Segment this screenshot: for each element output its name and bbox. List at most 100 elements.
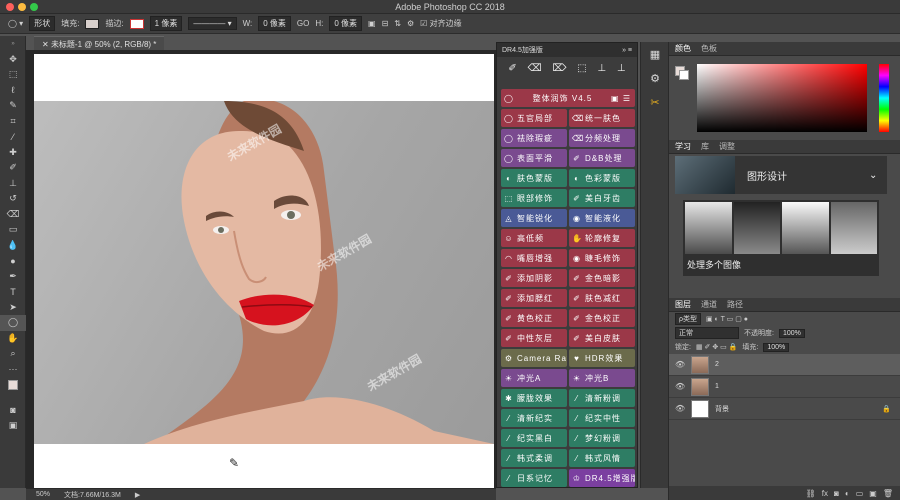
document-tab[interactable]: ✕ 未标题-1 @ 50% (2, RGB/8) * xyxy=(34,36,165,50)
move-tool-icon[interactable]: ✥ xyxy=(0,52,26,68)
dr-button[interactable]: ✐ 黄色校正 xyxy=(501,309,567,327)
adjustment-layer-icon[interactable]: ◐ xyxy=(845,489,850,498)
dr-button[interactable]: ♥ HDR效果 xyxy=(569,349,635,367)
settings-gear-icon[interactable]: ⚙ xyxy=(407,19,414,28)
quick-mask-icon[interactable]: ◙ xyxy=(0,403,26,419)
document-canvas[interactable]: 未来软件园 未来软件园 未来软件园 未来软件园 ✎ xyxy=(34,54,494,488)
crop-tool-icon[interactable]: ⌗ xyxy=(0,114,26,130)
opacity-field[interactable]: 100% xyxy=(778,328,805,338)
clone-stamp-tool-icon[interactable]: ⊥ xyxy=(0,176,26,192)
screen-mode-icon[interactable]: ▣ xyxy=(0,418,26,434)
dr-button[interactable]: ✐ 添加腮红 xyxy=(501,289,567,307)
eye-icon[interactable]: 👁 xyxy=(675,382,685,391)
learn-card[interactable]: 图形设计 ⌄ xyxy=(675,156,887,194)
close-tab-icon[interactable]: ✕ xyxy=(42,40,51,49)
quick-select-tool-icon[interactable]: ✎ xyxy=(0,98,26,114)
width-field[interactable]: 0 像素 xyxy=(258,16,291,31)
eye-icon[interactable]: 👁 xyxy=(675,404,685,413)
dr-button[interactable]: ◐ 色彩蒙版 xyxy=(569,169,635,187)
dr-button[interactable]: ✐ 美白皮肤 xyxy=(569,329,635,347)
properties-icon[interactable]: ⚙ xyxy=(641,66,669,90)
history-icon[interactable]: ▦ xyxy=(641,42,669,66)
brush-icon[interactable]: ✐ xyxy=(508,63,516,74)
dr-button[interactable]: ⚙Camera Raw xyxy=(501,349,567,367)
dr-button[interactable]: ◬ 智能锐化 xyxy=(501,209,567,227)
eyedropper-tool-icon[interactable]: ⁄ xyxy=(0,129,26,145)
zoom-level[interactable]: 50% xyxy=(36,491,50,498)
height-field[interactable]: 0 像素 xyxy=(329,16,363,31)
ellipse-tool-icon[interactable]: ◯ xyxy=(0,315,26,331)
dr-button[interactable]: ⁄ 清新纪实 xyxy=(501,409,567,427)
add-mask-icon[interactable]: ◙ xyxy=(834,489,839,498)
new-group-icon[interactable]: ▭ xyxy=(856,489,864,498)
shape-mode-select[interactable]: 形状 xyxy=(29,16,56,31)
fx-icon[interactable]: fx xyxy=(822,489,828,498)
select-icon[interactable]: ⬚ xyxy=(577,63,586,74)
eraser-icon[interactable]: ⌫ xyxy=(527,63,541,74)
dr-button[interactable]: ✐ 肤色减红 xyxy=(569,289,635,307)
canvas-area[interactable]: 未来软件园 未来软件园 未来软件园 未来软件园 ✎ xyxy=(26,50,496,488)
fill-swatch[interactable] xyxy=(85,18,100,29)
dr-button[interactable]: ✐ 添加阴影 xyxy=(501,269,567,287)
stamp-icon[interactable]: ⊥ xyxy=(597,63,606,74)
eye-icon[interactable]: 👁 xyxy=(675,360,685,369)
dr-button[interactable]: ✐ 金色暗影 xyxy=(569,269,635,287)
tab-adjustments[interactable]: 调整 xyxy=(719,141,735,152)
dr-button[interactable]: ✐ 金色校正 xyxy=(569,309,635,327)
stroke-type-select[interactable]: ———— ▾ xyxy=(188,17,237,30)
blur-tool-icon[interactable]: 💧 xyxy=(0,238,26,254)
color-swatches-icon[interactable] xyxy=(0,377,26,393)
dr-button-整体润饰[interactable]: ◯ 整体润饰 V4.5 ▣ ☰ xyxy=(501,89,635,107)
layer-row[interactable]: 👁 背景 🔒 xyxy=(669,398,900,420)
dr-button[interactable]: ☺ 高低频 xyxy=(501,229,567,247)
dr-button[interactable]: ✐ 中性灰层 xyxy=(501,329,567,347)
more-tools-icon[interactable]: ··· xyxy=(0,362,26,378)
tab-learn[interactable]: 学习 xyxy=(675,141,691,152)
stamp-icon[interactable]: ⊥ xyxy=(617,63,626,74)
path-select-tool-icon[interactable]: ➤ xyxy=(0,300,26,316)
stroke-width-field[interactable]: 1 像素 xyxy=(149,16,183,31)
dr-button[interactable]: ⌫ 分频处理 xyxy=(569,129,635,147)
type-tool-icon[interactable]: T xyxy=(0,284,26,300)
new-layer-icon[interactable]: ▣ xyxy=(869,489,877,498)
dr-button[interactable]: ✋ 轮廓修复 xyxy=(569,229,635,247)
layer-row[interactable]: 👁 2 xyxy=(669,354,900,376)
dr-button[interactable]: ✐ 美白牙齿 xyxy=(569,189,635,207)
status-arrow-icon[interactable]: ▶ xyxy=(135,491,140,499)
history-brush-tool-icon[interactable]: ↺ xyxy=(0,191,26,207)
chevron-down-icon[interactable]: ⌄ xyxy=(869,170,887,181)
eraser-icon[interactable]: ⌦ xyxy=(552,63,566,74)
dr-button[interactable]: ⁄ 清新粉调 xyxy=(569,389,635,407)
pen-tool-icon[interactable]: ✒ xyxy=(0,269,26,285)
dr-button[interactable]: ◠ 嘴唇增强 xyxy=(501,249,567,267)
brush-tool-icon[interactable]: ✐ xyxy=(0,160,26,176)
tab-swatches[interactable]: 色板 xyxy=(701,43,717,54)
fill-field[interactable]: 100% xyxy=(763,342,790,352)
delete-layer-icon[interactable]: 🗑 xyxy=(883,489,893,498)
dr-button[interactable]: ♔ DR4.5增强版 xyxy=(569,469,635,487)
tab-paths[interactable]: 路径 xyxy=(727,299,743,310)
dr-button[interactable]: ◯ 表面平滑 xyxy=(501,149,567,167)
layers-icon[interactable]: ▣ ☰ xyxy=(611,94,631,103)
dr-button[interactable]: ⌫ 统一肤色 xyxy=(569,109,635,127)
dr-button[interactable]: ⁄ 纪实黑白 xyxy=(501,429,567,447)
lasso-tool-icon[interactable]: ℓ xyxy=(0,83,26,99)
tab-layers[interactable]: 图层 xyxy=(675,299,691,310)
hand-tool-icon[interactable]: ✋ xyxy=(0,331,26,347)
learn-tutorial-card[interactable]: 处理多个图像 xyxy=(683,200,879,276)
stroke-swatch[interactable] xyxy=(129,18,144,29)
toolbar-collapse-icon[interactable]: » xyxy=(0,36,26,52)
layer-filter-select[interactable]: ρ类型 xyxy=(675,313,701,325)
dr-button[interactable]: ⁄ 韩式风情 xyxy=(569,449,635,467)
filter-icons[interactable]: ▣ ◐ T ▭ ▢ ● xyxy=(706,315,748,323)
dodge-tool-icon[interactable]: ● xyxy=(0,253,26,269)
dr-button[interactable]: ⬚ 眼部修饰 xyxy=(501,189,567,207)
marquee-tool-icon[interactable]: ⬚ xyxy=(0,67,26,83)
blend-mode-select[interactable]: 正常 xyxy=(675,327,739,339)
link-dimensions-icon[interactable]: GO xyxy=(297,19,309,28)
fg-bg-color-icon[interactable] xyxy=(675,66,689,80)
panel-collapse-icon[interactable]: » ≡ xyxy=(622,47,632,54)
eraser-tool-icon[interactable]: ⌫ xyxy=(0,207,26,223)
dr-button[interactable]: ⁄ 日系记忆 xyxy=(501,469,567,487)
dr-button[interactable]: ⁄ 纪实中性 xyxy=(569,409,635,427)
